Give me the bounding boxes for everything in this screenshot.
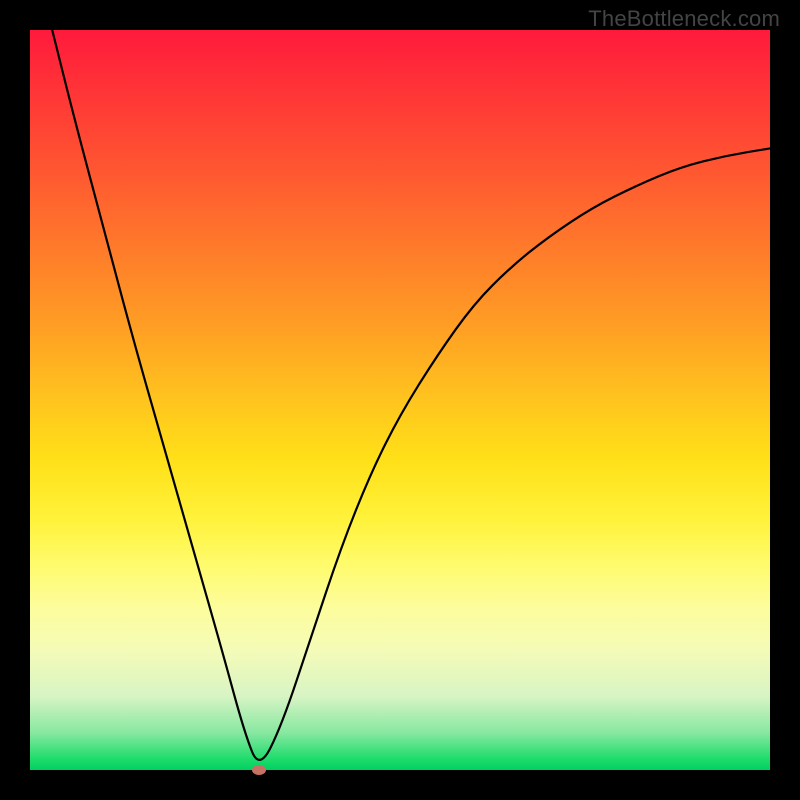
- plot-frame: [30, 30, 770, 770]
- plot-area: [30, 30, 770, 770]
- watermark-text: TheBottleneck.com: [588, 6, 780, 32]
- curve-svg: [30, 30, 770, 770]
- bottleneck-curve: [52, 30, 770, 760]
- minimum-marker: [252, 765, 266, 775]
